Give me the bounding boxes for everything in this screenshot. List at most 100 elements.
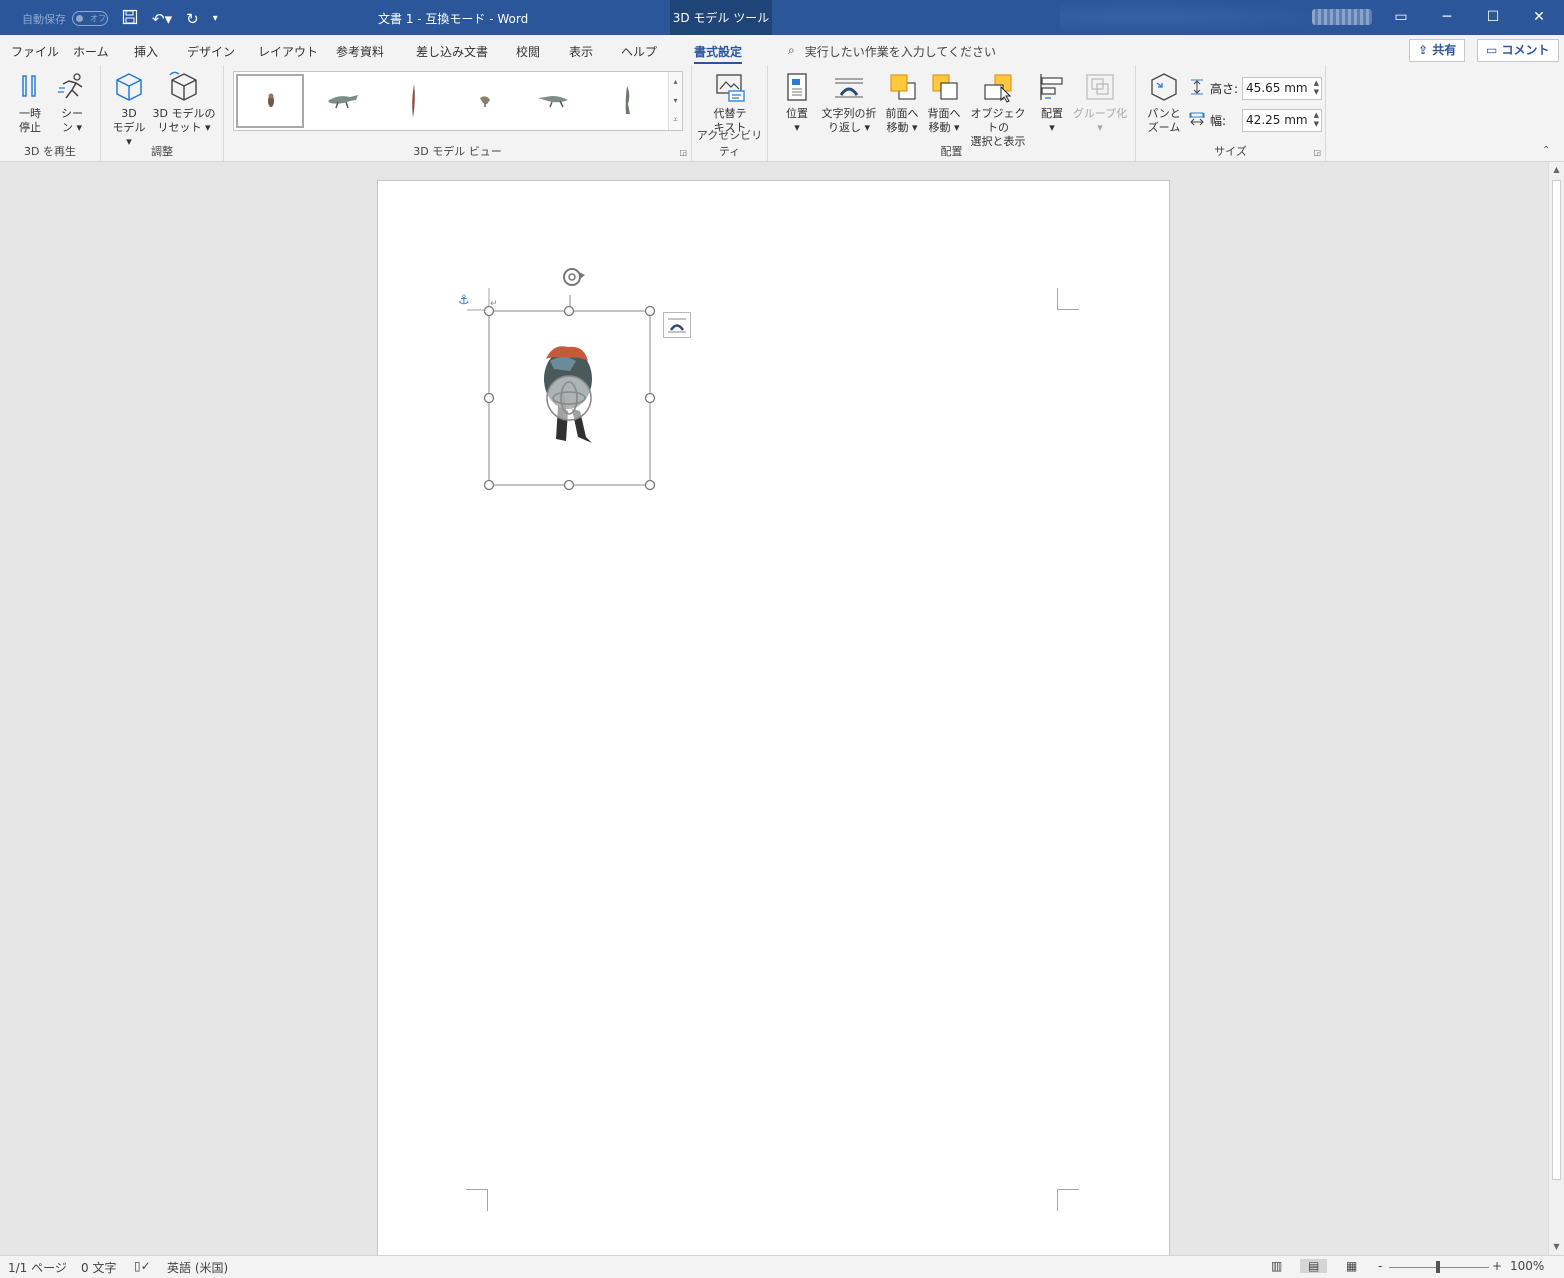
group-label-adjust: 調整 bbox=[151, 145, 173, 158]
tab-format[interactable]: 書式設定 bbox=[694, 43, 743, 64]
ribbon-display-options-icon[interactable]: ▭ bbox=[1378, 0, 1424, 35]
document-page[interactable]: ⚓ ↵ bbox=[377, 180, 1170, 1255]
redo-icon[interactable]: ↻ bbox=[186, 11, 199, 27]
view-preset-back[interactable] bbox=[450, 74, 518, 128]
scenes-button[interactable]: シー ン ▾ bbox=[54, 71, 90, 135]
account-name[interactable] bbox=[1312, 9, 1372, 25]
minimize-button[interactable]: ─ bbox=[1424, 0, 1470, 35]
margin-mark-top-right bbox=[1057, 288, 1079, 310]
gallery-scroll[interactable]: ▴ ▾ ⩡ bbox=[668, 72, 682, 130]
proofing-icon[interactable]: ▯✓ bbox=[134, 1259, 151, 1273]
margin-mark-bottom-left bbox=[466, 1189, 488, 1211]
3d-model-selection[interactable]: ⚓ ↵ bbox=[458, 261, 708, 501]
tab-layout[interactable]: レイアウト bbox=[258, 43, 318, 60]
search-icon: ⌕ bbox=[788, 43, 795, 57]
tell-me-placeholder: 実行したい作業を入力してください bbox=[804, 45, 997, 59]
view-preset-side-right[interactable] bbox=[522, 74, 590, 128]
scroll-up-icon[interactable]: ▲ bbox=[1549, 162, 1564, 177]
group-adjust: 3D モデル ▾ 3D モデルの リセット ▾ 調整 bbox=[101, 65, 224, 162]
bring-forward-icon bbox=[885, 71, 919, 103]
group-label-play: 3D を再生 bbox=[24, 145, 76, 158]
tab-mailings[interactable]: 差し込み文書 bbox=[416, 43, 488, 60]
reset-3d-model-button[interactable]: 3D モデルの リセット ▾ bbox=[152, 71, 216, 135]
group-label-3d-views: 3D モデル ビュー bbox=[413, 145, 502, 158]
tab-review[interactable]: 校閲 bbox=[516, 43, 540, 60]
page-count[interactable]: 1/1 ページ bbox=[8, 1259, 67, 1276]
gallery-more-icon[interactable]: ⩡ bbox=[669, 110, 682, 129]
wrap-text-button[interactable]: 文字列の折 り返し ▾ bbox=[818, 71, 880, 135]
vertical-scrollbar[interactable]: ▲ ▼ bbox=[1548, 162, 1564, 1255]
width-spinner-icon[interactable]: ▲ ▼ bbox=[1314, 111, 1319, 129]
web-layout-icon[interactable]: ▦ bbox=[1346, 1259, 1357, 1273]
collapse-ribbon-icon[interactable]: ⌃ bbox=[1542, 145, 1550, 156]
zoom-out-button[interactable]: - bbox=[1378, 1259, 1382, 1273]
group-play-3d: 一時 停止 シー ン ▾ 3D を再生 bbox=[0, 65, 101, 162]
pan-zoom-icon bbox=[1147, 71, 1181, 103]
view-preset-bottom[interactable] bbox=[594, 74, 662, 128]
view-preset-side-left[interactable] bbox=[308, 74, 376, 128]
status-bar: 1/1 ページ 0 文字 ▯✓ 英語 (米国) ▥ ▤ ▦ - + 100% bbox=[0, 1255, 1564, 1278]
running-figure-icon bbox=[55, 71, 89, 103]
print-layout-icon[interactable]: ▤ bbox=[1300, 1259, 1328, 1273]
width-row: 幅: 42.25 mm ▲ ▼ bbox=[1188, 109, 1323, 132]
tab-design[interactable]: デザイン bbox=[187, 43, 235, 60]
scroll-down-icon[interactable]: ▼ bbox=[1549, 1239, 1564, 1254]
3d-models-button[interactable]: 3D モデル ▾ bbox=[109, 71, 149, 149]
close-button[interactable]: ✕ bbox=[1516, 0, 1562, 35]
send-backward-button[interactable]: 背面へ 移動 ▾ bbox=[924, 71, 964, 135]
selection-pane-button[interactable]: オブジェクトの 選択と表示 bbox=[966, 71, 1030, 149]
tab-file[interactable]: ファイル bbox=[11, 43, 59, 60]
language-indicator[interactable]: 英語 (米国) bbox=[167, 1259, 228, 1276]
alt-text-button[interactable]: 代替テ キスト bbox=[706, 71, 754, 135]
size-dialog-launcher-icon[interactable]: ◲ bbox=[1313, 148, 1321, 157]
zoom-in-button[interactable]: + bbox=[1492, 1259, 1502, 1273]
word-count[interactable]: 0 文字 bbox=[81, 1259, 116, 1276]
share-label: 共有 bbox=[1432, 43, 1457, 57]
tab-references[interactable]: 参考資料 bbox=[336, 43, 384, 60]
dialog-launcher-icon[interactable]: ◲ bbox=[679, 148, 687, 157]
qat-customize-icon[interactable]: ▾ bbox=[213, 11, 218, 27]
autosave-switch[interactable]: オフ bbox=[72, 11, 108, 26]
height-spinner-icon[interactable]: ▲ ▼ bbox=[1314, 79, 1319, 97]
ribbon: 一時 停止 シー ン ▾ 3D を再生 3D モデル ▾ 3D モデルの リセッ… bbox=[0, 65, 1564, 162]
anchor-icon[interactable]: ⚓ bbox=[458, 293, 470, 308]
maximize-button[interactable]: ☐ bbox=[1470, 0, 1516, 35]
gallery-scroll-down-icon[interactable]: ▾ bbox=[669, 91, 682, 110]
quick-access-toolbar: 自動保存 オフ ↶▾ ↻ ▾ bbox=[22, 9, 218, 28]
tab-view[interactable]: 表示 bbox=[569, 43, 593, 60]
save-icon[interactable] bbox=[122, 9, 138, 28]
pan-zoom-button[interactable]: パンと ズーム bbox=[1144, 71, 1184, 135]
scroll-thumb[interactable] bbox=[1552, 180, 1561, 1180]
zoom-slider-thumb[interactable] bbox=[1436, 1261, 1440, 1273]
wrap-text-icon bbox=[832, 71, 866, 103]
view-preset-front[interactable] bbox=[236, 74, 304, 128]
group-objects-icon bbox=[1083, 71, 1117, 103]
bring-forward-button[interactable]: 前面へ 移動 ▾ bbox=[882, 71, 922, 135]
margin-mark-bottom-right bbox=[1057, 1189, 1079, 1211]
document-title: 文書 1 - 互換モード - Word bbox=[378, 12, 529, 26]
document-workspace: ⚓ ↵ bbox=[0, 162, 1548, 1255]
group-objects-button[interactable]: グループ化 ▾ bbox=[1072, 71, 1128, 135]
align-button[interactable]: 配置 ▾ bbox=[1034, 71, 1070, 135]
position-button[interactable]: 位置 ▾ bbox=[780, 71, 814, 135]
3d-model-views-gallery[interactable]: ▴ ▾ ⩡ bbox=[233, 71, 683, 131]
title-bar: 自動保存 オフ ↶▾ ↻ ▾ 文書 1 - 互換モード - Word 3D モデ… bbox=[0, 0, 1564, 35]
layout-options-button[interactable] bbox=[663, 312, 691, 338]
comments-button[interactable]: ▭ コメント bbox=[1477, 39, 1559, 62]
tab-home[interactable]: ホーム bbox=[73, 43, 109, 60]
gallery-scroll-up-icon[interactable]: ▴ bbox=[669, 72, 682, 91]
view-preset-top[interactable] bbox=[380, 74, 448, 128]
comment-icon: ▭ bbox=[1486, 43, 1498, 57]
tell-me-search[interactable]: ⌕ 実行したい作業を入力してください bbox=[788, 43, 996, 60]
undo-icon[interactable]: ↶▾ bbox=[152, 11, 172, 27]
read-mode-icon[interactable]: ▥ bbox=[1271, 1259, 1282, 1273]
autosave-toggle[interactable]: 自動保存 オフ bbox=[22, 11, 108, 27]
selection-pane-icon bbox=[981, 71, 1015, 103]
pause-button[interactable]: 一時 停止 bbox=[12, 71, 48, 135]
tab-help[interactable]: ヘルプ bbox=[621, 43, 657, 60]
height-input[interactable]: 45.65 mm ▲ ▼ bbox=[1242, 77, 1323, 100]
tab-insert[interactable]: 挿入 bbox=[134, 43, 158, 60]
zoom-level[interactable]: 100% bbox=[1510, 1259, 1544, 1273]
share-button[interactable]: ⇪ 共有 bbox=[1409, 39, 1466, 62]
width-input[interactable]: 42.25 mm ▲ ▼ bbox=[1242, 109, 1323, 132]
